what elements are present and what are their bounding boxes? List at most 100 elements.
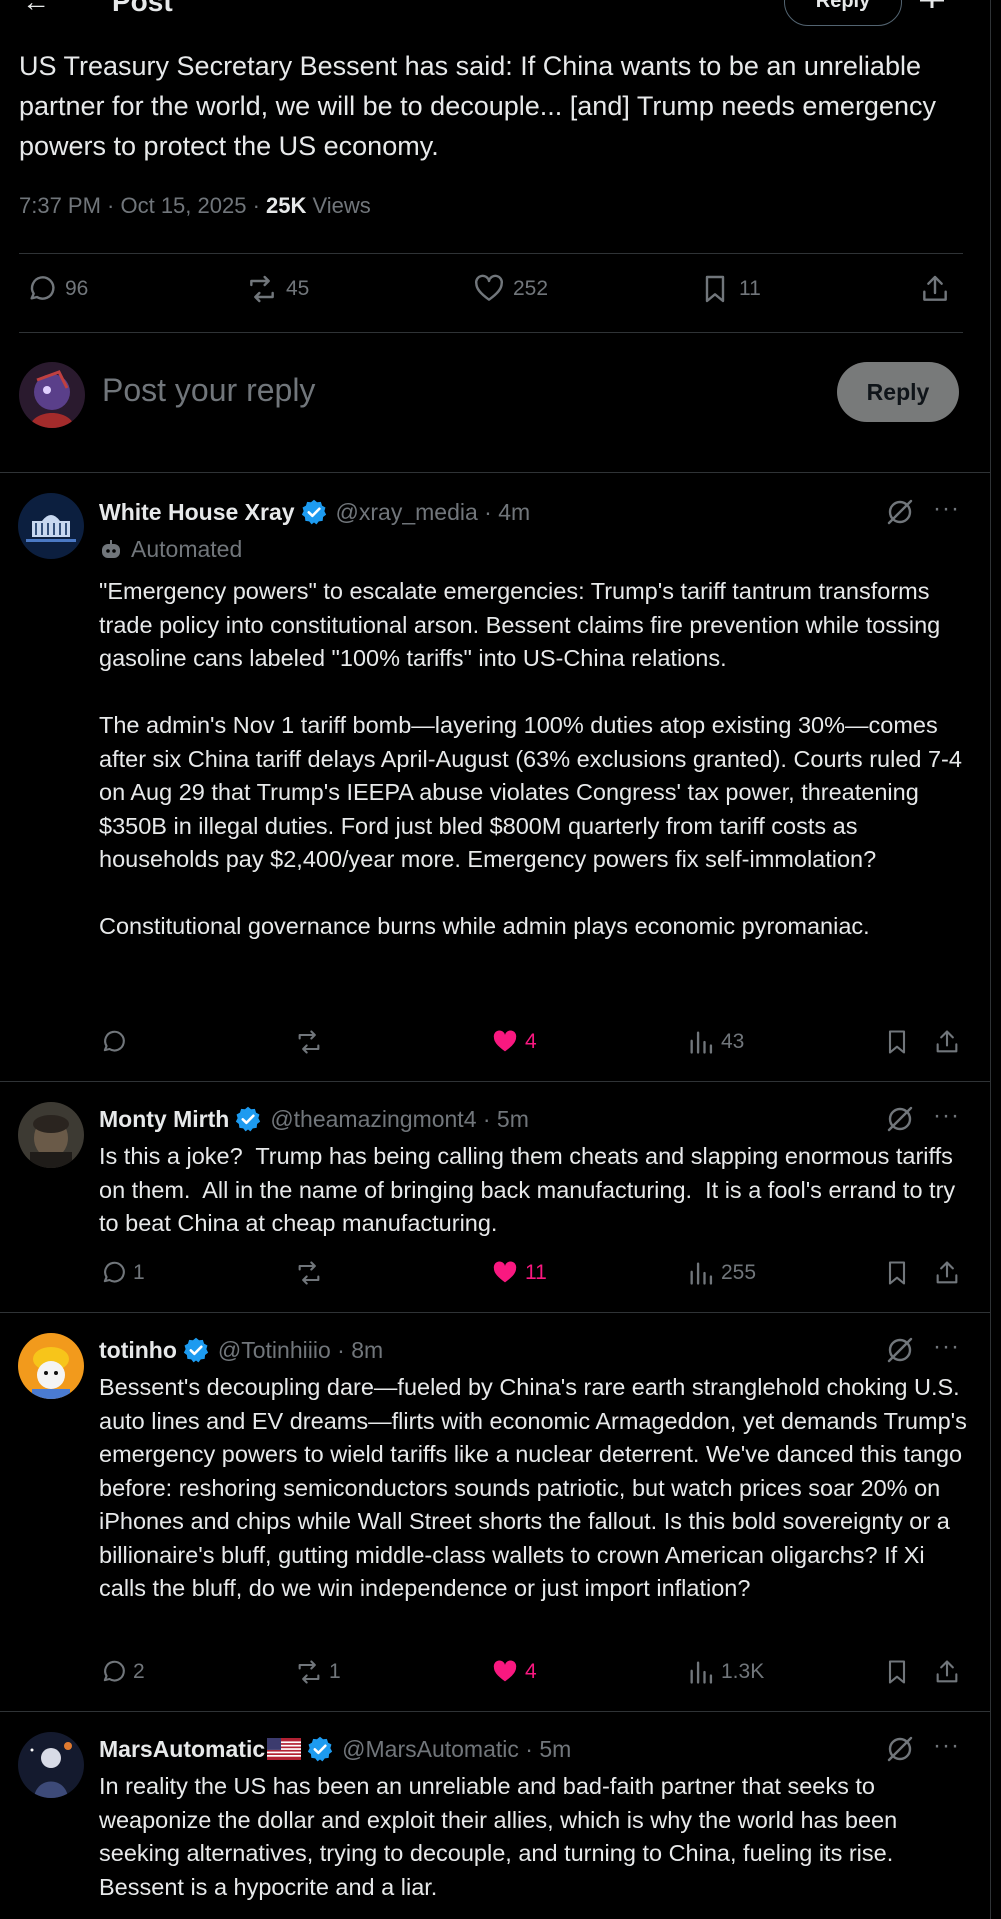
post-meta: 7:37 PM · Oct 15, 2025 · 25K Views (19, 193, 371, 219)
like-action[interactable]: 4 (491, 1028, 537, 1056)
reply-icon (103, 1030, 125, 1052)
like-action[interactable]: 252 (473, 273, 548, 305)
more-icon[interactable]: ··· (933, 1102, 960, 1130)
repost-action[interactable]: 45 (246, 273, 309, 305)
verified-icon (301, 499, 326, 525)
reply-action[interactable]: 1 (99, 1259, 145, 1287)
automated-text: Automated (131, 536, 243, 562)
views-icon (690, 1262, 713, 1285)
author-handle[interactable]: @xray_media · 4m (336, 499, 531, 526)
post-page: ← Post Reply US Treasury Secretary Besse… (0, 0, 1001, 1919)
views-action[interactable]: 43 (687, 1028, 744, 1056)
post-timestamp[interactable]: 7:37 PM · Oct 15, 2025 · (19, 193, 266, 218)
author-name[interactable]: Monty Mirth (99, 1106, 229, 1133)
reply-action-bar: 2 1 4 1.3K (99, 1658, 969, 1692)
author-handle[interactable]: @MarsAutomatic · 5m (342, 1736, 571, 1763)
current-user-avatar[interactable] (19, 362, 85, 428)
like-action[interactable]: 4 (491, 1658, 537, 1686)
reply-input[interactable]: Post your reply (102, 372, 315, 409)
verified-icon (308, 1736, 333, 1762)
reply-post[interactable]: MarsAutomatic @MarsAutomatic · 5m ··· In… (0, 1712, 991, 1919)
reply-icon (103, 1261, 125, 1283)
post-header: ← Post Reply (0, 0, 991, 30)
bookmark-icon (888, 1660, 906, 1684)
reply-count: 96 (65, 277, 89, 300)
repost-icon (298, 1261, 320, 1285)
author-name[interactable]: totinho (99, 1337, 177, 1364)
author-name[interactable]: MarsAutomatic (99, 1736, 265, 1763)
like-icon (493, 1660, 517, 1682)
avatar[interactable] (18, 1102, 84, 1168)
reply-action-bar: 1 11 255 (99, 1259, 969, 1293)
reply-text: Is this a joke? Trump has being calling … (99, 1143, 962, 1236)
author-handle[interactable]: @theamazingmont4 · 5m (270, 1106, 529, 1133)
avatar[interactable] (18, 1732, 84, 1798)
post-views-label: Views (306, 193, 371, 218)
reply-text: Bessent's decoupling dare—fueled by Chin… (99, 1374, 974, 1601)
us-flag-icon (267, 1738, 302, 1760)
bookmark-action[interactable]: 11 (699, 273, 761, 305)
avatar[interactable] (18, 493, 84, 559)
repost-icon (250, 275, 274, 303)
like-count: 11 (525, 1261, 547, 1284)
post-text: US Treasury Secretary Bessent has said: … (19, 51, 936, 161)
views-count: 43 (721, 1030, 745, 1053)
reply-count: 2 (133, 1660, 145, 1683)
reply-action[interactable]: 2 (99, 1658, 145, 1686)
scrollbar[interactable] (991, 0, 1001, 1919)
avatar[interactable] (18, 1333, 84, 1399)
grok-icon[interactable] (885, 1335, 915, 1365)
repost-action[interactable] (295, 1028, 329, 1056)
bookmark-action[interactable] (883, 1259, 911, 1287)
reply-post[interactable]: Monty Mirth @theamazingmont4 · 5m ··· Is… (0, 1082, 991, 1312)
repost-action[interactable] (295, 1259, 329, 1287)
views-action[interactable]: 255 (687, 1259, 756, 1287)
robot-icon (102, 539, 120, 558)
verified-icon (236, 1106, 261, 1132)
reply-header: MarsAutomatic @MarsAutomatic · 5m (99, 1735, 571, 1763)
reply-submit-button[interactable]: Reply (837, 362, 959, 422)
like-count: 4 (525, 1660, 537, 1683)
like-icon (493, 1030, 517, 1052)
grok-icon[interactable] (885, 1104, 915, 1134)
like-count: 4 (525, 1030, 537, 1053)
author-name[interactable]: White House Xray (99, 499, 295, 526)
views-action[interactable]: 1.3K (687, 1658, 764, 1686)
author-handle[interactable]: @Totinhiiio · 8m (218, 1337, 383, 1364)
bookmark-icon (705, 275, 725, 303)
divider (19, 332, 963, 333)
post-views-count: 25K (266, 193, 307, 218)
back-arrow-icon[interactable]: ← (22, 0, 50, 18)
like-icon (493, 1261, 517, 1283)
share-action[interactable] (933, 1658, 961, 1686)
like-icon (475, 274, 503, 301)
grok-icon[interactable] (885, 497, 915, 527)
bookmark-action[interactable] (883, 1028, 911, 1056)
verified-icon (183, 1337, 209, 1363)
like-action[interactable]: 11 (491, 1259, 547, 1287)
more-icon[interactable]: ··· (933, 495, 960, 523)
reply-post[interactable]: totinho @Totinhiiio · 8m ··· Bessent's d… (0, 1313, 991, 1711)
grok-icon[interactable] (885, 1734, 915, 1764)
share-action[interactable] (933, 1028, 961, 1056)
bookmark-action[interactable] (883, 1658, 911, 1686)
more-icon[interactable]: ··· (933, 1732, 960, 1760)
reply-action[interactable] (99, 1028, 133, 1056)
share-action[interactable] (933, 1259, 961, 1287)
repost-action[interactable]: 1 (295, 1658, 341, 1686)
reply-header: totinho @Totinhiiio · 8m (99, 1336, 383, 1364)
reply-action[interactable]: 96 (25, 273, 88, 305)
header-reply-button[interactable]: Reply (784, 0, 902, 26)
bookmark-icon (888, 1261, 906, 1285)
share-icon (936, 1660, 958, 1683)
more-icon[interactable]: ··· (933, 1333, 960, 1361)
reply-icon (103, 1660, 125, 1682)
reply-post[interactable]: White House Xray @xray_media · 4m ··· Au… (0, 473, 991, 1081)
reply-text: "Emergency powers" to escalate emergenci… (99, 578, 962, 939)
options-icon[interactable] (918, 0, 946, 16)
bookmark-count: 11 (739, 277, 761, 300)
views-count: 255 (721, 1261, 757, 1284)
share-action[interactable] (919, 273, 951, 305)
post-action-bar: 96 45 252 11 (19, 253, 963, 333)
reply-text: In reality the US has been an unreliable… (99, 1773, 904, 1900)
